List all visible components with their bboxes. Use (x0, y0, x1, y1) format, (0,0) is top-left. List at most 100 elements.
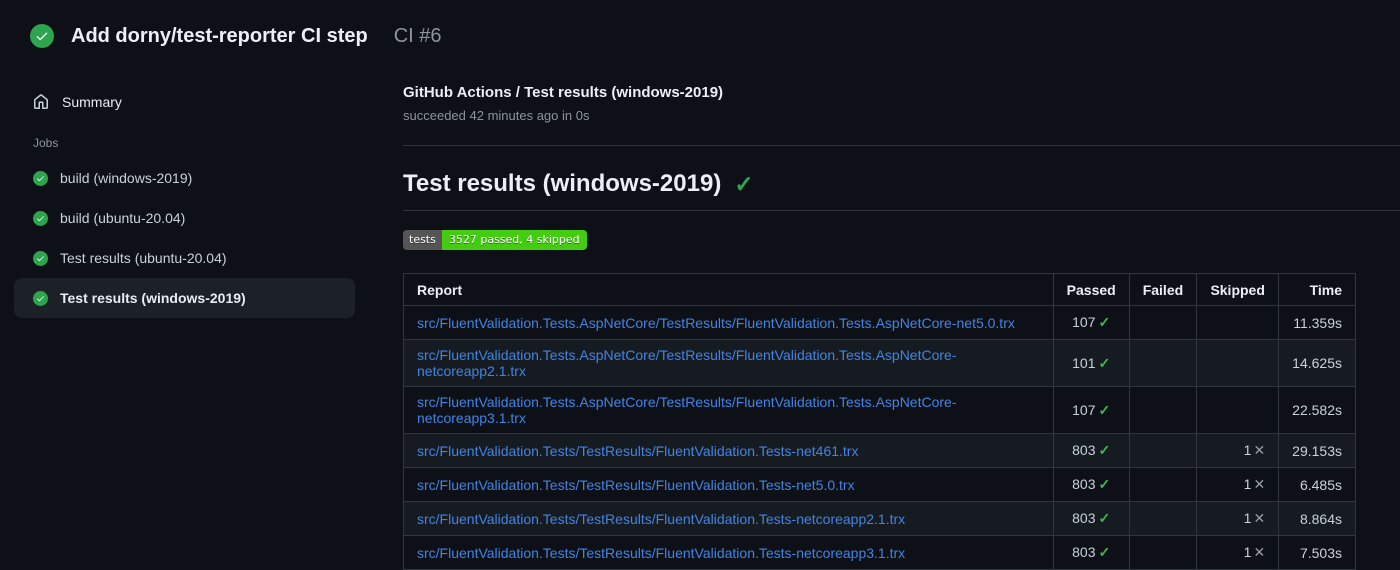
passed-cell: 803 ✓ (1052, 433, 1130, 468)
page-layout: Summary Jobs build (windows-2019) build … (0, 84, 1400, 570)
skipped-cell: 1 ✕ (1196, 467, 1280, 502)
badge-value: 3527 passed, 4 skipped (441, 230, 587, 250)
success-check-circle-icon (33, 210, 48, 226)
skipped-cell (1196, 386, 1280, 434)
passed-count: 107 (1072, 314, 1096, 330)
time-cell: 11.359s (1278, 305, 1356, 340)
table-header-row: Report Passed Failed Skipped Time (403, 273, 1356, 306)
report-file-link[interactable]: src/FluentValidation.Tests.AspNetCore/Te… (417, 394, 957, 426)
skipped-count: 1 (1243, 442, 1252, 458)
passed-count: 101 (1072, 354, 1096, 371)
job-list: build (windows-2019) build (ubuntu-20.04… (14, 158, 403, 318)
job-item-label: build (windows-2019) (60, 170, 193, 186)
report-cell: src/FluentValidation.Tests.AspNetCore/Te… (403, 386, 1054, 434)
table-row: src/FluentValidation.Tests/TestResults/F… (403, 535, 1356, 570)
x-icon: ✕ (1253, 544, 1266, 560)
check-icon: ✓ (1098, 476, 1111, 492)
check-icon: ✓ (1098, 314, 1111, 330)
time-cell: 7.503s (1278, 535, 1356, 570)
skipped-cell: 1 ✕ (1196, 501, 1280, 536)
passed-cell: 803 ✓ (1052, 467, 1130, 502)
table-row: src/FluentValidation.Tests.AspNetCore/Te… (403, 305, 1356, 340)
failed-cell (1128, 386, 1198, 434)
job-item-label: Test results (ubuntu-20.04) (60, 250, 227, 266)
sidebar-job-item[interactable]: build (windows-2019) (14, 158, 355, 198)
x-icon: ✕ (1253, 442, 1266, 458)
passed-count: 803 (1072, 476, 1096, 492)
skipped-count: 1 (1243, 476, 1252, 492)
report-file-link[interactable]: src/FluentValidation.Tests/TestResults/F… (417, 443, 858, 459)
sidebar-item-summary[interactable]: Summary (14, 84, 403, 120)
time-cell: 22.582s (1278, 386, 1356, 434)
passed-count: 107 (1072, 401, 1096, 418)
col-header-skipped: Skipped (1196, 273, 1280, 306)
check-run-title: GitHub Actions / Test results (windows-2… (403, 84, 724, 101)
report-file-link[interactable]: src/FluentValidation.Tests/TestResults/F… (417, 511, 905, 527)
table-row: src/FluentValidation.Tests/TestResults/F… (403, 467, 1356, 502)
table-row: src/FluentValidation.Tests/TestResults/F… (403, 433, 1356, 468)
home-icon (33, 94, 49, 110)
sidebar-job-item[interactable]: build (ubuntu-20.04) (14, 198, 355, 238)
passed-cell: 803 ✓ (1052, 535, 1130, 570)
failed-cell (1128, 305, 1198, 340)
report-heading-text: Test results (windows-2019) (403, 170, 722, 197)
passed-count: 803 (1072, 510, 1096, 526)
divider (403, 145, 1400, 146)
passed-cell: 101 ✓ (1052, 339, 1130, 387)
check-icon: ✓ (1098, 544, 1111, 560)
skipped-cell (1196, 339, 1280, 387)
job-item-label: build (ubuntu-20.04) (60, 210, 186, 226)
sidebar: Summary Jobs build (windows-2019) build … (0, 84, 403, 318)
failed-cell (1128, 467, 1198, 502)
tests-badge: tests 3527 passed, 4 skipped (403, 230, 587, 250)
report-cell: src/FluentValidation.Tests/TestResults/F… (403, 501, 1054, 536)
badge-label: tests (403, 230, 442, 250)
check-icon: ✓ (1098, 442, 1111, 458)
skipped-cell: 1 ✕ (1196, 433, 1280, 468)
passed-count: 803 (1072, 442, 1096, 458)
skipped-cell (1196, 305, 1280, 340)
summary-label: Summary (62, 94, 122, 110)
report-file-link[interactable]: src/FluentValidation.Tests.AspNetCore/Te… (417, 315, 1015, 331)
check-run-status: succeeded 42 minutes ago in 0s (403, 108, 590, 123)
success-check-circle-icon (33, 170, 48, 186)
report-file-link[interactable]: src/FluentValidation.Tests/TestResults/F… (417, 477, 855, 493)
time-cell: 29.153s (1278, 433, 1356, 468)
report-cell: src/FluentValidation.Tests/TestResults/F… (403, 433, 1054, 468)
table-row: src/FluentValidation.Tests.AspNetCore/Te… (403, 386, 1356, 434)
check-icon: ✓ (734, 170, 754, 197)
check-icon: ✓ (1098, 401, 1111, 418)
col-header-time: Time (1278, 273, 1356, 306)
table-row: src/FluentValidation.Tests.AspNetCore/Te… (403, 339, 1356, 387)
failed-cell (1128, 433, 1198, 468)
run-title: Add dorny/test-reporter CI step (71, 24, 368, 47)
time-cell: 6.485s (1278, 467, 1356, 502)
run-number: CI #6 (393, 24, 442, 47)
report-cell: src/FluentValidation.Tests/TestResults/F… (403, 535, 1054, 570)
passed-cell: 803 ✓ (1052, 501, 1130, 536)
check-icon: ✓ (1098, 510, 1111, 526)
sidebar-job-item[interactable]: Test results (windows-2019) (14, 278, 355, 318)
time-cell: 8.864s (1278, 501, 1356, 536)
report-heading: Test results (windows-2019) ✓ (403, 170, 1400, 211)
report-file-link[interactable]: src/FluentValidation.Tests/TestResults/F… (417, 545, 905, 561)
report-file-link[interactable]: src/FluentValidation.Tests.AspNetCore/Te… (417, 347, 957, 379)
report-cell: src/FluentValidation.Tests/TestResults/F… (403, 467, 1054, 502)
passed-count: 803 (1072, 544, 1096, 560)
main-content: GitHub Actions / Test results (windows-2… (403, 84, 1400, 570)
run-header: Add dorny/test-reporter CI step CI #6 (0, 0, 1400, 48)
x-icon: ✕ (1253, 476, 1266, 492)
skipped-cell: 1 ✕ (1196, 535, 1280, 570)
col-header-passed: Passed (1052, 273, 1130, 306)
col-header-failed: Failed (1128, 273, 1198, 306)
failed-cell (1128, 501, 1198, 536)
failed-cell (1128, 339, 1198, 387)
skipped-count: 1 (1243, 510, 1252, 526)
success-check-circle-icon (33, 290, 48, 306)
success-check-circle-icon (30, 24, 54, 48)
report-cell: src/FluentValidation.Tests.AspNetCore/Te… (403, 305, 1054, 340)
sidebar-job-item[interactable]: Test results (ubuntu-20.04) (14, 238, 355, 278)
failed-cell (1128, 535, 1198, 570)
passed-cell: 107 ✓ (1052, 386, 1130, 434)
col-header-report: Report (403, 273, 1054, 306)
